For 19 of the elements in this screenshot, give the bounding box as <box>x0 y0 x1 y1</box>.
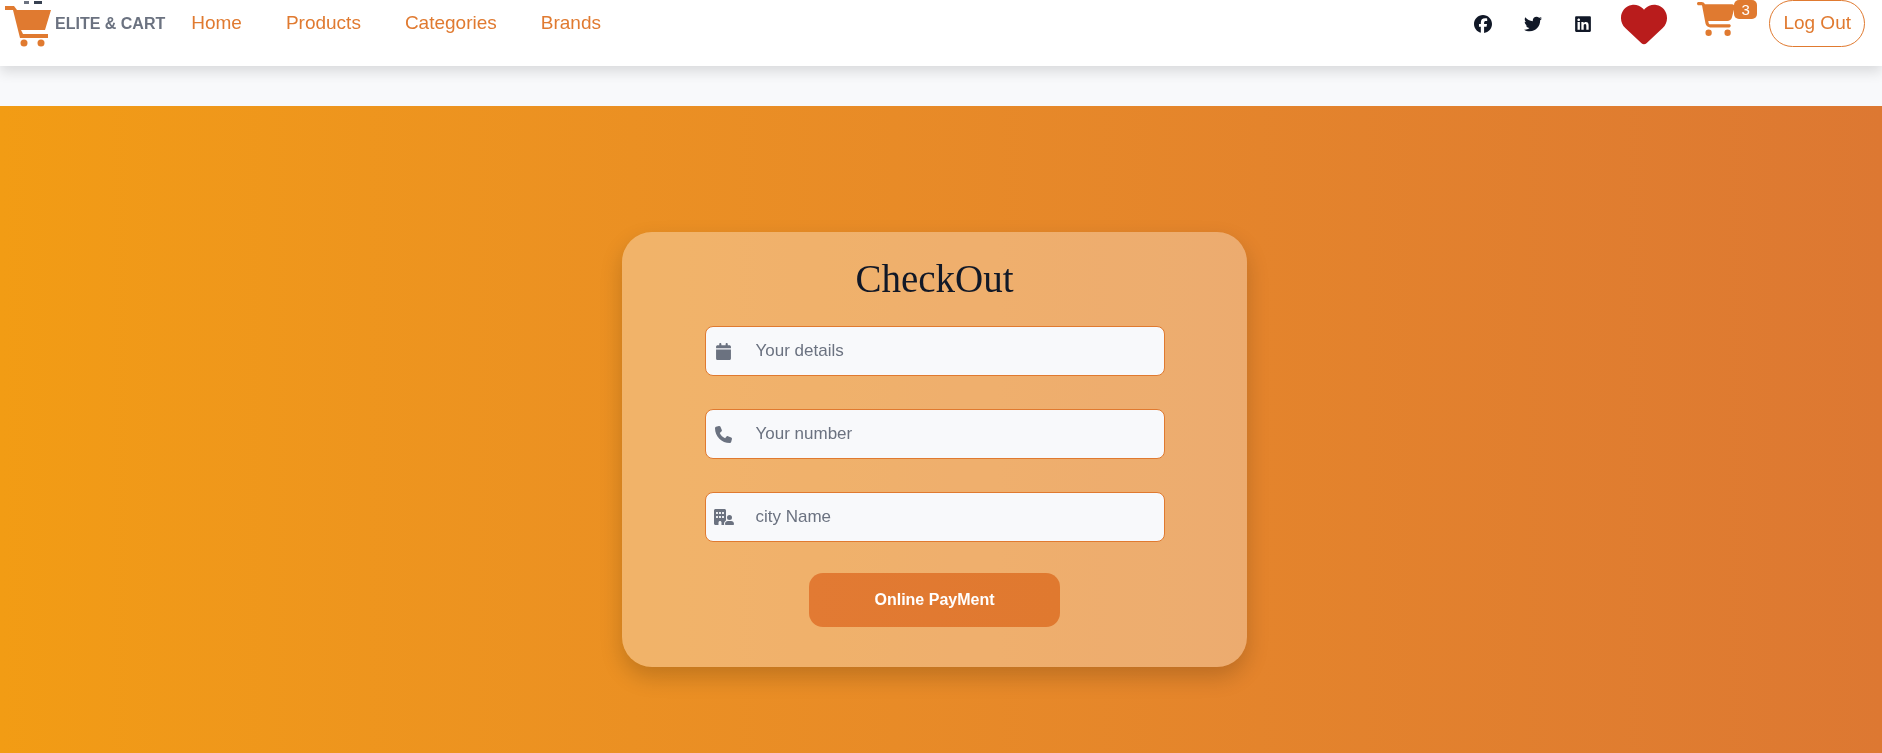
city-field[interactable]: city Name <box>704 492 1165 542</box>
brand-name: ELITE & CART <box>55 13 166 34</box>
checkout-title: CheckOut <box>855 256 1014 302</box>
twitter-icon[interactable] <box>1524 14 1543 33</box>
cart-icon[interactable] <box>1697 0 1736 38</box>
building-person-icon <box>713 507 734 527</box>
nav-link[interactable]: Products <box>285 9 361 38</box>
nav-link[interactable]: Brands <box>540 9 601 38</box>
details-field[interactable]: Your details <box>704 326 1165 376</box>
phone-icon <box>713 424 734 444</box>
cart-count-badge: 3 <box>1734 0 1757 19</box>
facebook-icon[interactable] <box>1474 14 1493 33</box>
calendar-icon <box>713 341 734 361</box>
phone-field[interactable]: Your number <box>704 409 1165 459</box>
online-payment-button[interactable]: Online PayMent <box>809 573 1060 627</box>
linkedin-icon[interactable] <box>1574 14 1593 33</box>
cart-logo-icon <box>4 0 52 47</box>
nav-link[interactable]: Categories <box>404 9 497 38</box>
nav-link[interactable]: Home <box>191 9 242 38</box>
